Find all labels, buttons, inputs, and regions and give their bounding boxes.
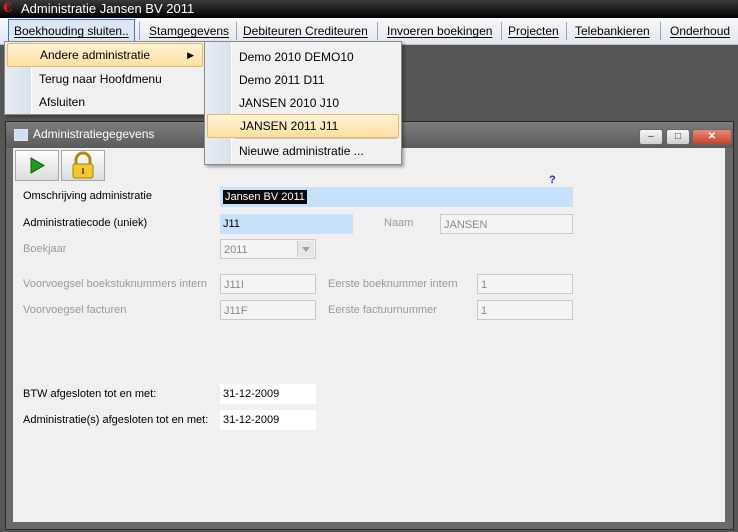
menu-item-label: Demo 2010 DEMO10 [239,50,354,64]
app-titlebar: € Administratie Jansen BV 2011 [0,0,738,18]
app-title: Administratie Jansen BV 2011 [21,1,195,16]
vv-boekstuk-input[interactable]: J11I [220,274,316,294]
eerste-boek-label: Eerste boeknummer intern [328,278,458,290]
menu-item-label: Demo 2011 D11 [239,73,325,87]
eerste-factuur-input[interactable]: 1 [477,300,573,320]
menu-divider [235,138,397,139]
menu-item-label: Afsluiten [39,95,86,109]
adm-afgesloten-label: Administratie(s) afgesloten tot en met: [23,414,209,426]
lock-button[interactable] [61,150,105,181]
menu-item-afsluiten[interactable]: Afsluiten [7,91,203,113]
menu-item-label: Terug naar Hoofdmenu [39,72,162,86]
code-label: Administratiecode (uniek) [23,217,148,229]
menu-separator [501,22,502,40]
menu-item-label: Nieuwe administratie ... [239,144,364,158]
menu-separator [566,22,567,40]
btw-input[interactable]: 31-12-2009 [220,384,316,404]
menu-separator [660,22,661,40]
menu-separator [377,22,378,40]
play-icon [30,157,46,174]
submenu-item-jansen-2010[interactable]: JANSEN 2010 J10 [207,92,399,114]
menu-separator [139,22,140,40]
minimize-button[interactable]: ‒ [639,129,663,145]
submenu-item-nieuwe-administratie[interactable]: Nieuwe administratie ... [207,140,399,162]
boekjaar-value: 2011 [224,244,248,256]
menu-item-label: JANSEN 2011 J11 [240,119,339,133]
omschrijving-selected-text: Jansen BV 2011 [223,190,307,204]
eerste-factuur-label: Eerste factuurnummer [328,304,437,316]
eerste-boek-input[interactable]: 1 [477,274,573,294]
submenu-arrow-icon: ▶ [187,50,194,60]
menu-boekhouding-sluiten[interactable]: Boekhouding sluiten.. [8,19,135,43]
menu-item-andere-administratie[interactable]: Andere administratie ▶ [7,43,203,67]
administratiegegevens-window: Administratiegegevens ‒ □ ✕ ? Omschrijvi… [5,121,734,530]
vv-boekstuk-label: Voorvoegsel boekstuknummers intern [23,278,208,290]
code-input[interactable]: J11 [220,214,353,234]
vv-facturen-input[interactable]: J11F [220,300,316,320]
menu-item-label: Andere administratie [40,48,151,62]
close-button[interactable]: ✕ [692,129,732,145]
app-logo-icon: € [3,1,13,16]
menu-projecten[interactable]: Projecten [503,18,564,44]
boekjaar-select[interactable]: 2011 [220,239,316,259]
submenu-item-demo-2010[interactable]: Demo 2010 DEMO10 [207,46,399,68]
menu-separator [236,22,237,40]
form-client-area: ? Omschrijving administratie Jansen BV 2… [13,148,725,522]
help-link[interactable]: ? [549,174,556,186]
submenu-item-jansen-2011[interactable]: JANSEN 2011 J11 [207,114,399,138]
btw-label: BTW afgesloten tot en met: [23,388,157,400]
omschrijving-label: Omschrijving administratie [23,190,152,202]
run-button[interactable] [15,150,59,181]
menu-item-terug-hoofdmenu[interactable]: Terug naar Hoofdmenu [7,68,203,90]
form-window-icon [14,129,28,141]
menu-telebankieren[interactable]: Telebankieren [570,18,655,44]
andere-administratie-submenu: Demo 2010 DEMO10 Demo 2011 D11 JANSEN 20… [204,41,402,165]
submenu-item-demo-2011[interactable]: Demo 2011 D11 [207,69,399,91]
menu-item-label: JANSEN 2010 J10 [239,96,340,110]
adm-afgesloten-input[interactable]: 31-12-2009 [220,410,316,430]
omschrijving-input[interactable]: Jansen BV 2011 [220,187,573,207]
naam-label: Naam [384,217,414,229]
dropdown-button[interactable] [297,241,314,257]
vv-facturen-label: Voorvoegsel facturen [23,304,127,316]
menu-onderhoud[interactable]: Onderhoud [665,18,735,44]
naam-input[interactable]: JANSEN [440,214,573,234]
boekjaar-label: Boekjaar [23,243,67,255]
window-title: Administratiegegevens [33,127,155,141]
chevron-down-icon [302,247,310,252]
boekhouding-menu: Andere administratie ▶ Terug naar Hoofdm… [4,41,206,115]
lock-icon [72,151,94,179]
maximize-button[interactable]: □ [666,129,690,145]
